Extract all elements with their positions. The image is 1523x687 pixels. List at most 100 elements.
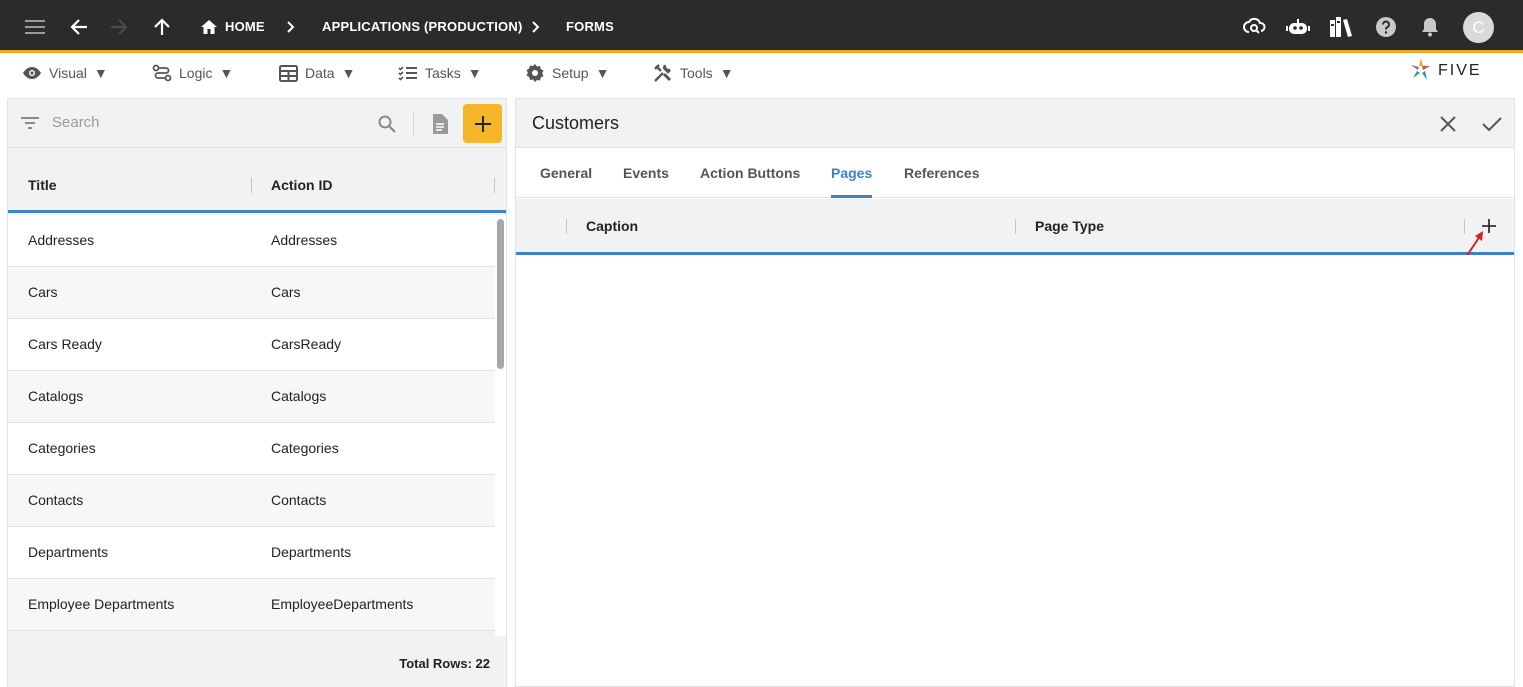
column-header-action-id[interactable]: Action ID [271, 160, 332, 210]
tab-action-buttons[interactable]: Action Buttons [700, 148, 800, 198]
tools-wrench-icon [654, 64, 672, 82]
top-app-bar: HOME APPLICATIONS (PRODUCTION) FORMS C [0, 0, 1523, 53]
table-row[interactable]: Employee Departments EmployeeDepartments [8, 579, 495, 631]
cell-action-id: EmployeeDepartments [271, 596, 414, 612]
cell-title: Categories [28, 440, 96, 456]
list-rows: Addresses Addresses Cars Cars Cars Ready… [8, 215, 495, 636]
menu-visual[interactable]: Visual ▼ [22, 56, 108, 90]
library-books-icon[interactable] [1327, 13, 1355, 41]
notifications-bell-icon[interactable] [1416, 13, 1444, 41]
table-row[interactable]: Addresses Addresses [8, 215, 495, 267]
back-arrow-icon[interactable] [65, 13, 93, 41]
logic-flow-icon [152, 64, 172, 82]
eye-icon [23, 67, 41, 79]
table-row[interactable]: Cars Ready CarsReady [8, 319, 495, 371]
menu-tasks[interactable]: Tasks ▼ [398, 56, 482, 90]
table-row[interactable]: Categories Categories [8, 423, 495, 475]
cell-action-id: Contacts [271, 492, 327, 508]
cell-action-id: Departments [271, 544, 352, 560]
five-logo: FIVE [1408, 56, 1500, 84]
cell-title: Departments [28, 544, 109, 560]
caret-down-icon: ▼ [93, 65, 108, 81]
table-row[interactable]: Cars Cars [8, 267, 495, 319]
cloud-search-icon[interactable] [1241, 13, 1269, 41]
breadcrumb-applications[interactable]: APPLICATIONS (PRODUCTION) [322, 0, 522, 53]
menu-logic-label: Logic [179, 65, 213, 81]
menu-tools[interactable]: Tools ▼ [653, 56, 734, 90]
menu-data[interactable]: Data ▼ [279, 56, 355, 90]
home-icon[interactable] [195, 13, 223, 41]
gear-icon [526, 64, 544, 82]
tab-general[interactable]: General [540, 148, 592, 198]
pages-grid-header: Caption Page Type [516, 199, 1514, 261]
cell-action-id: Cars [271, 284, 301, 300]
menu-bar: Visual ▼ Logic ▼ Data ▼ Tasks ▼ Setup ▼ Tools… [0, 56, 1523, 90]
scrollbar-thumb[interactable] [497, 219, 504, 369]
search-icon[interactable] [376, 113, 398, 135]
column-header-title[interactable]: Title [28, 160, 57, 210]
cell-title: Employee Departments [28, 596, 175, 612]
breadcrumb-home[interactable]: HOME [225, 0, 265, 53]
cell-title: Addresses [28, 232, 95, 248]
menu-tasks-label: Tasks [425, 65, 461, 81]
column-divider[interactable] [1015, 219, 1016, 234]
menu-logic[interactable]: Logic ▼ [152, 56, 233, 90]
plus-icon [474, 115, 491, 132]
caret-down-icon: ▼ [595, 65, 610, 81]
column-header-page-type[interactable]: Page Type [1035, 199, 1104, 252]
form-title: Customers [532, 113, 620, 133]
tab-events[interactable]: Events [623, 148, 669, 198]
form-header: Customers [516, 99, 1514, 148]
caret-down-icon: ▼ [341, 65, 356, 81]
column-divider[interactable] [251, 178, 252, 193]
add-record-button[interactable] [463, 104, 502, 143]
caret-down-icon: ▼ [719, 65, 734, 81]
menu-data-label: Data [305, 65, 335, 81]
cell-title: Catalogs [28, 388, 84, 404]
list-panel: Search Title Action ID Addresses Address… [7, 98, 507, 687]
filter-icon[interactable] [20, 114, 40, 132]
caret-down-icon: ▼ [467, 65, 482, 81]
document-icon[interactable] [428, 111, 452, 136]
table-row[interactable]: Contacts Contacts [8, 475, 495, 527]
caret-down-icon: ▼ [219, 65, 234, 81]
search-bar: Search [8, 99, 506, 148]
form-panel: Customers General Events Action Buttons … [515, 98, 1515, 687]
up-arrow-icon[interactable] [148, 13, 176, 41]
help-icon[interactable] [1372, 13, 1400, 41]
checklist-icon [398, 66, 417, 81]
close-icon[interactable] [1436, 112, 1460, 136]
divider [413, 111, 414, 136]
cell-action-id: CarsReady [271, 336, 342, 352]
list-footer: Total Rows: 22 [8, 637, 506, 687]
menu-setup[interactable]: Setup ▼ [525, 56, 609, 90]
chevron-right-icon [532, 0, 540, 53]
tab-pages[interactable]: Pages [831, 148, 873, 198]
table-row[interactable]: Departments Departments [8, 527, 495, 579]
cell-action-id: Addresses [271, 232, 338, 248]
table-row[interactable]: Catalogs Catalogs [8, 371, 495, 423]
chatbot-icon[interactable] [1284, 13, 1312, 41]
table-icon [279, 64, 298, 82]
column-divider[interactable] [566, 219, 567, 234]
search-input[interactable]: Search [52, 114, 100, 131]
check-icon[interactable] [1479, 112, 1505, 136]
menu-tools-label: Tools [680, 65, 713, 81]
hamburger-menu-icon[interactable] [21, 13, 49, 41]
list-grid-header: Title Action ID [8, 160, 506, 213]
column-header-caption[interactable]: Caption [586, 199, 638, 252]
cell-title: Cars Ready [28, 336, 102, 352]
logo-text: FIVE [1438, 62, 1482, 79]
user-avatar[interactable]: C [1463, 12, 1494, 43]
tab-references[interactable]: References [904, 148, 980, 198]
forward-arrow-icon[interactable] [105, 13, 133, 41]
form-tabs: General Events Action Buttons Pages Refe… [516, 148, 1514, 198]
cell-title: Cars [28, 284, 58, 300]
breadcrumb-forms[interactable]: FORMS [566, 0, 614, 53]
total-rows-label: Total Rows: 22 [399, 656, 490, 671]
chevron-right-icon [287, 0, 295, 53]
menu-setup-label: Setup [552, 65, 589, 81]
cell-action-id: Catalogs [271, 388, 327, 404]
menu-visual-label: Visual [49, 65, 87, 81]
column-divider[interactable] [494, 178, 495, 193]
